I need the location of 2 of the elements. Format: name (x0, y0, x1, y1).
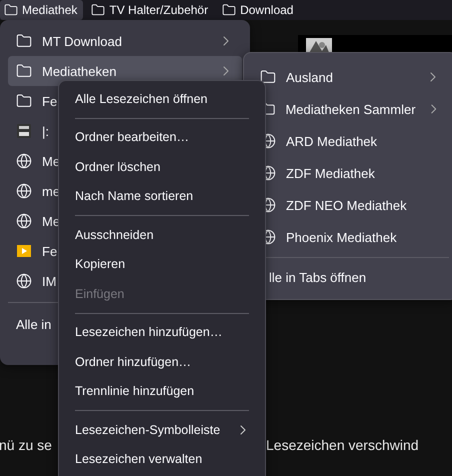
page-text: nü zu se (0, 437, 52, 453)
page-text: Lesezeichen verschwind (266, 437, 419, 453)
